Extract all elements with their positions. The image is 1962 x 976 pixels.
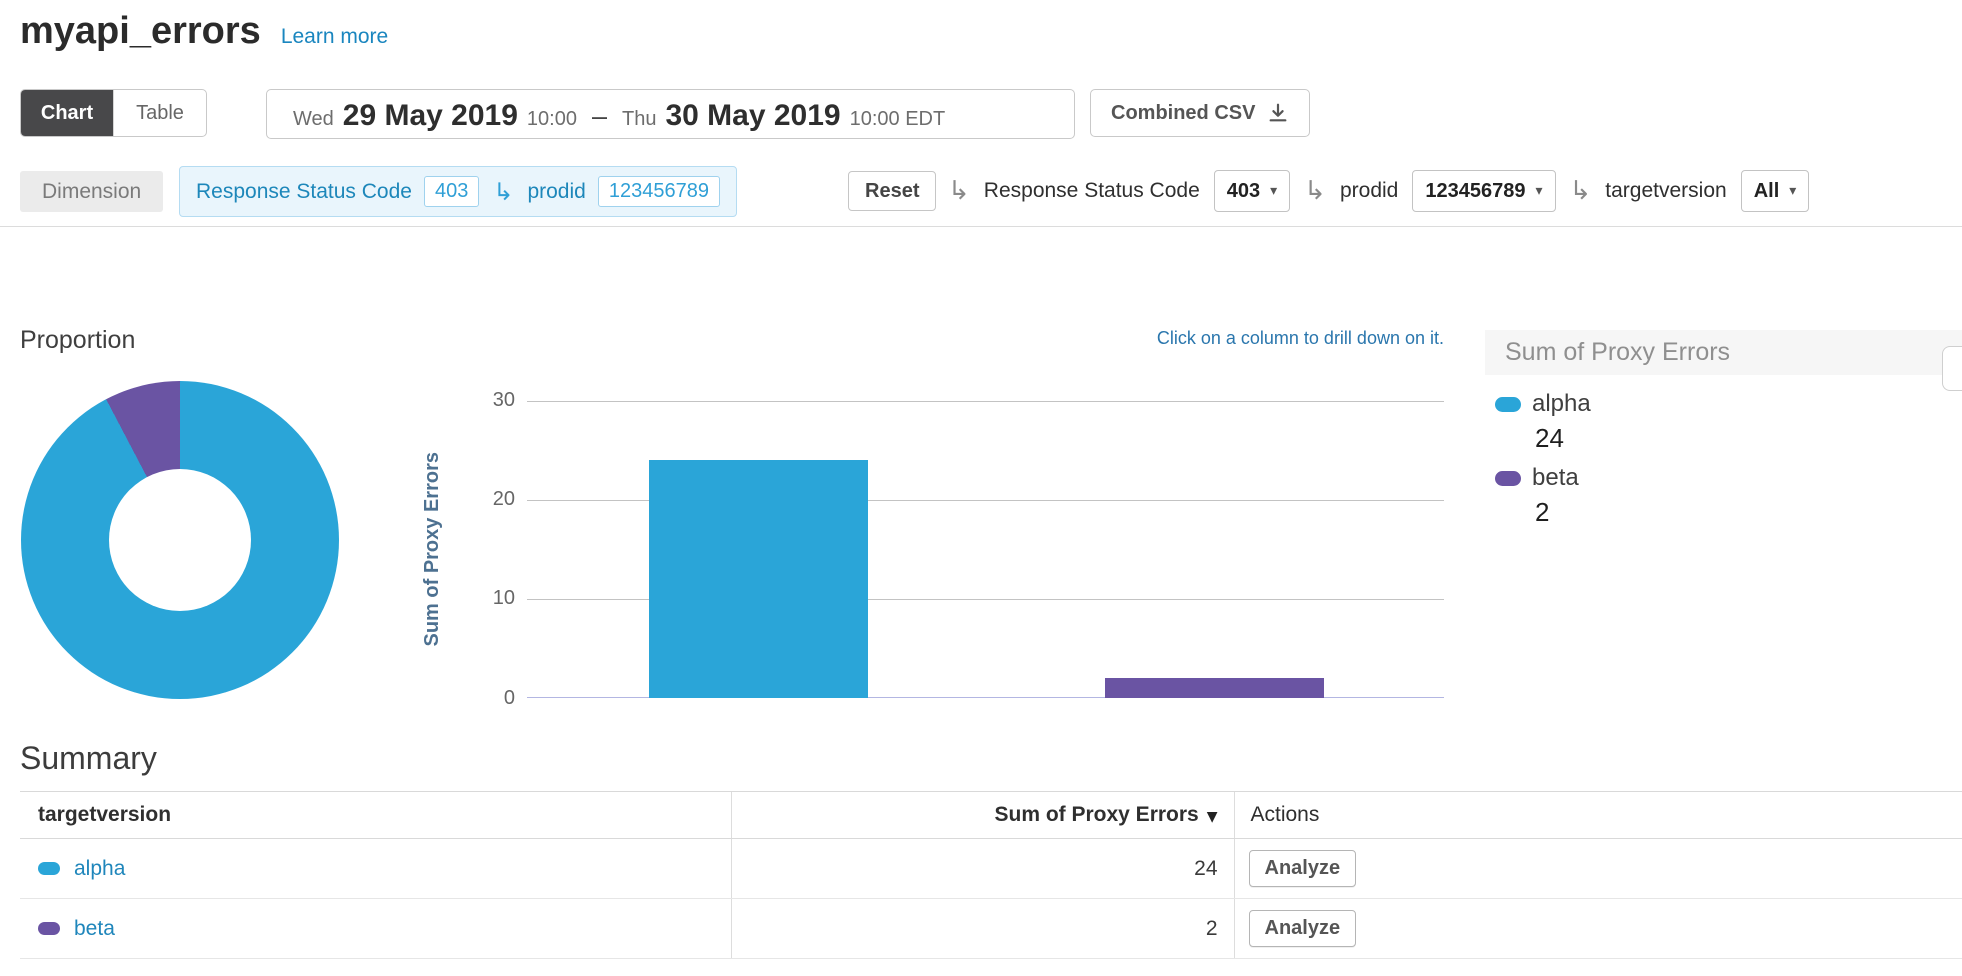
y-tick-label: 20 (455, 488, 515, 511)
end-time: 10:00 EDT (850, 108, 946, 131)
y-tick-label: 0 (455, 687, 515, 710)
donut-hole (109, 469, 251, 611)
drilldown-hint: Click on a column to drill down on it. (527, 328, 1444, 349)
chart-view-button[interactable]: Chart (21, 90, 113, 136)
y-tick-label: 30 (455, 389, 515, 412)
drilldown-label: Response Status Code (984, 179, 1200, 203)
chevron-down-icon: ▾ (1270, 183, 1277, 199)
row-value: 24 (731, 839, 1234, 899)
status-code-select[interactable]: 403 ▾ (1214, 170, 1290, 212)
proportion-label: Proportion (20, 326, 135, 355)
breadcrumb-dimension-label: Response Status Code (196, 180, 412, 204)
table-row: alpha 24 Analyze (20, 839, 1962, 899)
start-time: 10:00 (527, 108, 577, 131)
y-tick-label: 10 (455, 587, 515, 610)
legend-swatch-beta (1495, 471, 1521, 486)
breadcrumb-value-chip[interactable]: 403 (424, 176, 479, 207)
legend-item: beta 2 (1495, 461, 1962, 529)
view-toggle: Chart Table (20, 89, 207, 137)
legend-value: 2 (1535, 495, 1962, 529)
report-header: myapi_errors Learn more (20, 10, 388, 53)
legend-value: 24 (1535, 421, 1962, 455)
series-swatch-beta (38, 922, 60, 935)
summary-heading: Summary (20, 740, 157, 777)
date-range-separator: – (586, 101, 613, 132)
filter-breadcrumb: Response Status Code 403 ↳ prodid 123456… (179, 166, 737, 217)
bar-chart: Sum of Proxy Errors 30 20 10 0 (527, 401, 1444, 698)
download-icon (1267, 102, 1289, 124)
drilldown-arrow-icon: ↳ (1304, 176, 1326, 206)
dimension-label: Dimension (20, 171, 163, 212)
column-header-actions: Actions (1234, 792, 1962, 839)
column-header-sum[interactable]: Sum of Proxy Errors ▼ (731, 792, 1234, 839)
end-day: Thu (622, 108, 656, 131)
analyze-button[interactable]: Analyze (1249, 910, 1357, 947)
legend-swatch-alpha (1495, 397, 1521, 412)
legend-title: Sum of Proxy Errors (1485, 330, 1962, 375)
chevron-down-icon: ▾ (1789, 183, 1796, 199)
legend-items: alpha 24 beta 2 (1485, 375, 1962, 529)
learn-more-link[interactable]: Learn more (281, 25, 388, 49)
chart-legend: Sum of Proxy Errors alpha 24 beta 2 (1485, 330, 1962, 600)
sort-desc-icon: ▼ (1207, 809, 1218, 825)
summary-table: targetversion Sum of Proxy Errors ▼ Actio… (20, 791, 1962, 959)
column-header-sum-label: Sum of Proxy Errors (994, 803, 1198, 826)
bar-alpha[interactable] (649, 460, 868, 698)
prodid-select[interactable]: 123456789 ▾ (1412, 170, 1555, 212)
drilldown-arrow-icon: ↳ (948, 176, 970, 206)
legend-collapse-handle[interactable] (1942, 346, 1962, 391)
breadcrumb-value-chip[interactable]: 123456789 (598, 176, 720, 207)
date-range-picker[interactable]: Wed 29 May 2019 10:00 – Thu 30 May 2019 … (266, 89, 1075, 139)
row-value: 2 (731, 899, 1234, 959)
bar-beta[interactable] (1105, 678, 1324, 698)
row-link-beta[interactable]: beta (74, 917, 115, 941)
end-date: 30 May 2019 (665, 99, 840, 133)
drilldown-label: prodid (1340, 179, 1398, 203)
drilldown-arrow-icon: ↳ (1570, 176, 1592, 206)
y-axis-label-wrap: Sum of Proxy Errors (417, 401, 447, 698)
targetversion-select[interactable]: All ▾ (1741, 170, 1810, 212)
combined-csv-label: Combined CSV (1111, 102, 1255, 125)
drilldown-label: targetversion (1605, 179, 1726, 203)
combined-csv-button[interactable]: Combined CSV (1090, 89, 1310, 137)
donut-chart[interactable] (21, 381, 339, 699)
series-swatch-alpha (38, 862, 60, 875)
drilldown-selectors: ↳ Response Status Code 403 ▾ ↳ prodid 12… (948, 170, 1809, 212)
analyze-button[interactable]: Analyze (1249, 850, 1357, 887)
table-header-row: targetversion Sum of Proxy Errors ▼ Actio… (20, 792, 1962, 839)
table-row: beta 2 Analyze (20, 899, 1962, 959)
section-divider (0, 226, 1962, 227)
gridline (527, 401, 1444, 402)
reset-button[interactable]: Reset (848, 171, 936, 211)
targetversion-value: All (1754, 180, 1780, 203)
drilldown-arrow-icon: ↳ (493, 178, 513, 206)
legend-label: alpha (1532, 390, 1591, 418)
prodid-value: 123456789 (1425, 180, 1525, 203)
row-link-alpha[interactable]: alpha (74, 857, 125, 881)
status-code-value: 403 (1227, 180, 1260, 203)
table-view-button[interactable]: Table (113, 90, 206, 136)
report-title: myapi_errors (20, 10, 261, 53)
column-header-targetversion: targetversion (20, 792, 731, 839)
legend-item: alpha 24 (1495, 387, 1962, 455)
start-date: 29 May 2019 (343, 99, 518, 133)
breadcrumb-dimension-label: prodid (527, 180, 585, 204)
legend-label: beta (1532, 464, 1579, 492)
y-axis-label: Sum of Proxy Errors (421, 452, 444, 647)
chevron-down-icon: ▾ (1535, 183, 1542, 199)
start-day: Wed (293, 108, 334, 131)
